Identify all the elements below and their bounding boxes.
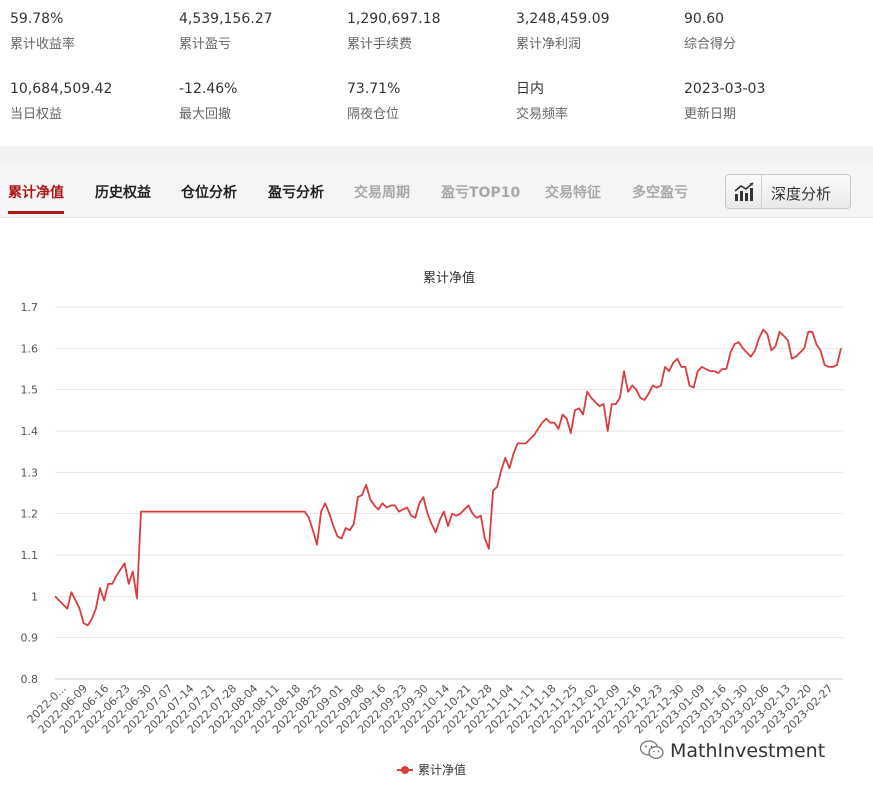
stat-label: 综合得分: [684, 37, 737, 52]
stat-item: 1,290,697.18 累计手续费: [347, 10, 515, 54]
wechat-icon: [640, 740, 664, 759]
stat-item: 59.78% 累计收益率: [10, 10, 178, 54]
stat-item: 4,539,156.27 累计盈亏: [179, 10, 347, 54]
tab-trade-cycle[interactable]: 交易周期: [354, 182, 410, 202]
stat-item: 90.60 综合得分: [684, 10, 852, 54]
nav-chart-svg: 累计净值0.80.911.11.21.31.41.51.61.72022-0..…: [21, 270, 843, 777]
stat-value: 10,684,509.42: [10, 81, 113, 97]
tab-position-analysis[interactable]: 仓位分析: [181, 182, 237, 202]
stat-label: 当日权益: [10, 107, 63, 122]
stats-panel: 59.78% 累计收益率 4,539,156.27 累计盈亏 1,290,697.18 累…: [0, 0, 873, 146]
y-tick-label: 1.2: [21, 508, 39, 521]
stat-item: 73.71% 隔夜仓位: [347, 80, 515, 124]
stat-item: 日内 交易频率: [516, 80, 684, 124]
stat-value: 日内: [516, 81, 544, 97]
watermark: MathInvestment: [640, 740, 825, 762]
stat-label: 累计盈亏: [179, 37, 232, 52]
y-tick-label: 0.9: [21, 632, 39, 645]
stat-item: -12.46% 最大回撤: [179, 80, 347, 124]
legend-label: 累计净值: [418, 762, 466, 777]
stat-value: 4,539,156.27: [179, 11, 273, 27]
y-tick-label: 1.5: [21, 384, 39, 397]
legend-swatch-dot: [401, 766, 409, 774]
stat-label: 累计净利润: [516, 37, 582, 52]
stat-label: 最大回撤: [179, 107, 232, 122]
chart-title: 累计净值: [423, 270, 475, 286]
section-divider: [0, 146, 873, 164]
tab-cumulative-nav[interactable]: 累计净值: [8, 182, 64, 202]
stat-label: 交易频率: [516, 107, 569, 122]
active-tab-indicator: [8, 211, 64, 214]
y-tick-label: 1: [31, 590, 38, 603]
stat-label: 更新日期: [684, 107, 737, 122]
stat-value: 2023-03-03: [684, 81, 766, 97]
stat-value: -12.46%: [179, 81, 238, 97]
y-tick-label: 1.6: [21, 342, 39, 355]
tab-long-short-pnl[interactable]: 多空盈亏: [632, 182, 688, 202]
stat-item: 10,684,509.42 当日权益: [10, 80, 178, 124]
y-tick-label: 1.7: [21, 301, 39, 314]
stat-value: 1,290,697.18: [347, 11, 441, 27]
watermark-text: MathInvestment: [670, 740, 826, 762]
stat-label: 累计收益率: [10, 37, 76, 52]
deep-analysis-label: 深度分析: [771, 185, 832, 203]
stat-value: 3,248,459.09: [516, 11, 610, 27]
series-line: [54, 328, 842, 627]
stat-label: 累计手续费: [347, 37, 413, 52]
tab-trade-features[interactable]: 交易特征: [545, 182, 601, 202]
stat-label: 隔夜仓位: [347, 107, 400, 122]
stat-item: 2023-03-03 更新日期: [684, 80, 852, 124]
stat-value: 73.71%: [347, 81, 401, 97]
stat-value: 59.78%: [10, 11, 64, 27]
bar-chart-icon: [726, 175, 762, 208]
y-tick-label: 1.1: [21, 549, 39, 562]
y-tick-label: 1.3: [21, 466, 39, 479]
tab-pnl-analysis[interactable]: 盈亏分析: [268, 182, 324, 202]
y-tick-label: 1.4: [21, 425, 39, 438]
y-tick-label: 0.8: [21, 673, 39, 686]
tab-pnl-top10[interactable]: 盈亏TOP10: [441, 182, 520, 202]
nav-chart: 累计净值 0.8 0.9 1 1.1 1.2 1.3 1.4 1.5 1.6 1.7 2022-0..…: [0, 250, 873, 788]
stat-item: 3,248,459.09 累计净利润: [516, 10, 684, 54]
deep-analysis-button[interactable]: 深度分析: [725, 174, 851, 209]
stat-value: 90.60: [684, 11, 725, 27]
tab-historical-equity[interactable]: 历史权益: [95, 182, 151, 202]
